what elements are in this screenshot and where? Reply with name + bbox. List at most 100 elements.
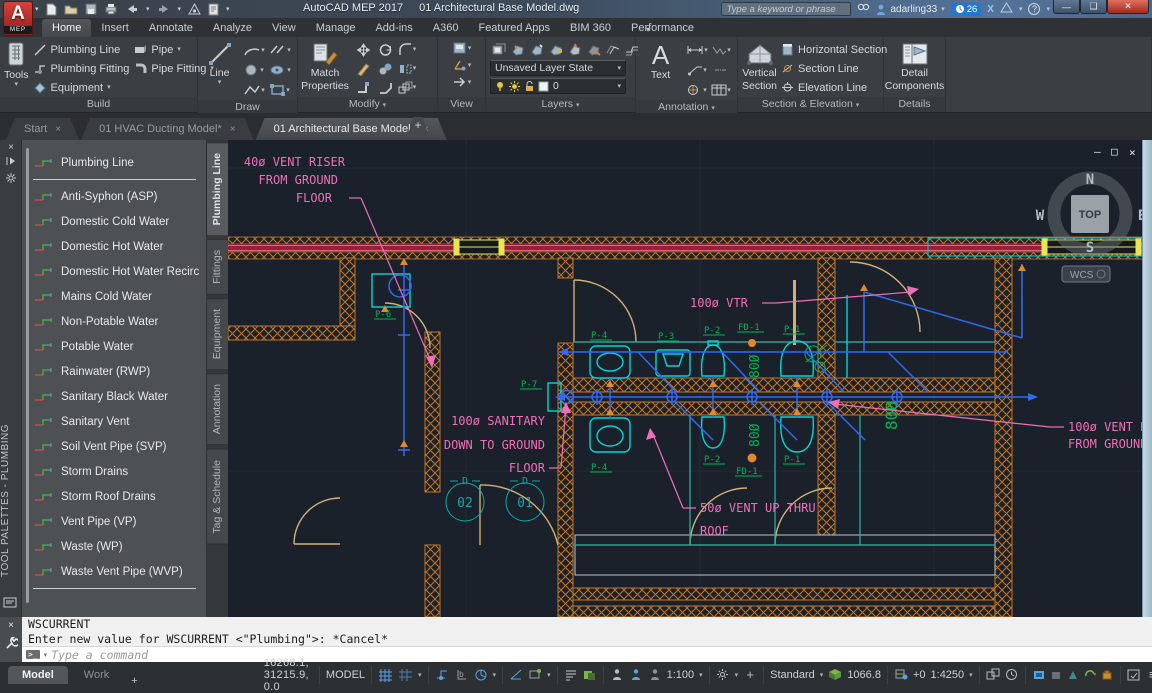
chamfer-icon[interactable] <box>378 80 393 96</box>
match-properties-button[interactable]: Match Properties <box>302 40 348 97</box>
notification-badge[interactable]: 26 <box>951 3 982 16</box>
isolate-objects-icon[interactable] <box>1049 667 1063 683</box>
isolate-crosshair-icon[interactable]: + <box>743 667 757 683</box>
plot-icon[interactable] <box>104 3 118 15</box>
drawing-canvas[interactable]: P-4 P-3 P-2 FD-1 P-1 P-6 P-7 P-4 P-2 FD-… <box>228 140 1152 617</box>
object-snap-icon[interactable] <box>528 667 542 683</box>
palette-item[interactable]: Potable Water <box>22 334 206 359</box>
grid-icon[interactable] <box>378 667 393 683</box>
palette-autohide-icon[interactable] <box>0 156 22 172</box>
application-menu-button[interactable]: A MEP <box>3 1 33 36</box>
command-customize-icon[interactable] <box>5 637 18 655</box>
drawing-scrollbar[interactable] <box>1142 140 1152 617</box>
close-button[interactable]: ✕ <box>1107 0 1149 14</box>
ribbon-tab[interactable]: Insert <box>91 19 139 37</box>
erase-icon[interactable] <box>356 61 371 77</box>
qat-customize-icon[interactable]: ▾ <box>226 5 230 13</box>
rectangle-icon[interactable]: ▾ <box>270 82 290 98</box>
layout-tab-model[interactable]: Model <box>8 666 68 684</box>
ribbon-tab[interactable]: Analyze <box>203 19 262 37</box>
layer-current-icon[interactable] <box>568 41 582 57</box>
move-icon[interactable] <box>356 42 371 58</box>
sheet-set-icon[interactable] <box>208 3 219 16</box>
application-menu-arrow[interactable]: ▾ <box>35 5 39 13</box>
workspace-icon[interactable] <box>188 3 201 16</box>
ribbon-tab[interactable]: Performance <box>621 19 704 37</box>
viewport-window-controls[interactable]: – □ × <box>1094 145 1136 159</box>
new-file-icon[interactable] <box>46 3 57 16</box>
command-recent-icon[interactable]: ▾ <box>44 651 48 659</box>
tag-icon[interactable]: ▾ <box>687 82 707 98</box>
revision-cloud-icon[interactable]: ▾ <box>269 42 291 58</box>
osnap-dropdown-icon[interactable]: ▾ <box>547 671 551 679</box>
palette-item[interactable]: Domestic Cold Water <box>22 209 206 234</box>
palette-tab[interactable]: Fittings <box>206 239 228 295</box>
horizontal-section-button[interactable]: Horizontal Section <box>781 40 887 59</box>
palette-item[interactable]: Non-Potable Water <box>22 309 206 334</box>
rotate-icon[interactable] <box>378 42 393 58</box>
elevation-cube-icon[interactable] <box>828 667 842 683</box>
layer-properties-icon[interactable] <box>492 41 506 57</box>
ribbon-tab[interactable]: Add-ins <box>365 19 422 37</box>
clean-screen-icon[interactable] <box>1127 667 1141 683</box>
file-tab-close-icon[interactable]: × <box>230 124 236 135</box>
palette-item[interactable]: Soil Vent Pipe (SVP) <box>22 434 206 459</box>
extend-icon[interactable] <box>356 80 371 96</box>
lineweight-icon[interactable] <box>564 667 578 683</box>
cut-plane-style-value[interactable]: Standard <box>770 669 815 681</box>
palette-item[interactable]: Rainwater (RWP) <box>22 359 206 384</box>
undo-icon[interactable] <box>125 3 139 15</box>
help-icon[interactable]: ? <box>1028 3 1040 15</box>
dimension-icon[interactable]: ▾ <box>686 42 708 58</box>
palette-item[interactable]: Waste Vent Pipe (WVP) <box>22 559 206 584</box>
a360-icon[interactable] <box>1000 0 1013 18</box>
section-line-button[interactable]: Section Line <box>781 59 887 78</box>
ellipse-icon[interactable]: ▾ <box>269 62 291 78</box>
snap-dropdown-icon[interactable]: ▾ <box>418 671 422 679</box>
search-icon[interactable] <box>857 0 870 18</box>
performance-clock-icon[interactable] <box>1005 667 1019 683</box>
palette-close-icon[interactable]: × <box>0 140 22 156</box>
centerline-icon[interactable] <box>713 62 729 78</box>
palette-item[interactable]: Domestic Hot Water <box>22 234 206 259</box>
palette-scrollbar[interactable] <box>26 148 29 603</box>
view-window-icon[interactable]: ▾ <box>452 40 472 56</box>
layer-lock-icon[interactable] <box>549 41 563 57</box>
array-icon[interactable]: ▾ <box>398 80 417 96</box>
equipment-button[interactable]: Equipment▾ <box>33 78 130 97</box>
line-button[interactable]: Line▾ <box>202 40 237 100</box>
redo-dropdown-icon[interactable]: ▾ <box>178 5 182 13</box>
view-ucs-icon[interactable]: ▾ <box>452 57 472 73</box>
palette-item[interactable]: Storm Drains <box>22 459 206 484</box>
ribbon-tab[interactable]: Featured Apps <box>468 19 560 37</box>
palette-item[interactable]: Domestic Hot Water Recirc <box>22 259 206 284</box>
ortho-icon[interactable] <box>509 667 523 683</box>
file-tab-close-icon[interactable]: × <box>55 124 61 135</box>
save-icon[interactable] <box>85 3 97 15</box>
arc-icon[interactable]: ▾ <box>243 42 265 58</box>
annotation-scale-value[interactable]: 1:100 <box>667 669 695 681</box>
tools-button[interactable]: Tools▾ <box>4 40 29 97</box>
polyline-icon[interactable]: ▾ <box>243 82 265 98</box>
detail-components-button[interactable]: Detail Components <box>887 40 943 97</box>
scale-dropdown-icon[interactable]: ▾ <box>969 671 973 679</box>
a360-dropdown-icon[interactable]: ▾ <box>1019 5 1023 13</box>
command-input[interactable] <box>51 648 1148 662</box>
polar-dropdown-icon[interactable]: ▾ <box>493 671 497 679</box>
fillet-icon[interactable]: ▾ <box>398 42 417 58</box>
elevation-value[interactable]: 1066.8 <box>847 669 881 681</box>
mirror-icon[interactable]: ▾ <box>398 61 417 77</box>
infer-constraints-icon[interactable] <box>435 667 450 683</box>
ribbon-options-ic[interactable]: ▾ <box>640 22 656 37</box>
signin-user[interactable]: adarling33 ▾ <box>876 4 944 15</box>
palette-item[interactable]: Sanitary Vent <box>22 409 206 434</box>
file-tab[interactable]: 01 HVAC Ducting Model* × <box>81 118 254 140</box>
drawing-scale-value[interactable]: 1:4250 <box>931 669 965 681</box>
palette-properties-icon[interactable] <box>0 172 22 188</box>
layout-tab-work[interactable]: Work <box>70 666 123 684</box>
polar-tracking-icon[interactable] <box>474 667 488 683</box>
open-file-icon[interactable] <box>64 3 78 15</box>
plumbing-fitting-button[interactable]: Plumbing Fitting <box>33 59 130 78</box>
layer-state-combo[interactable]: Unsaved Layer State▾ <box>490 60 626 76</box>
elevation-line-button[interactable]: Elevation Line <box>781 78 887 97</box>
